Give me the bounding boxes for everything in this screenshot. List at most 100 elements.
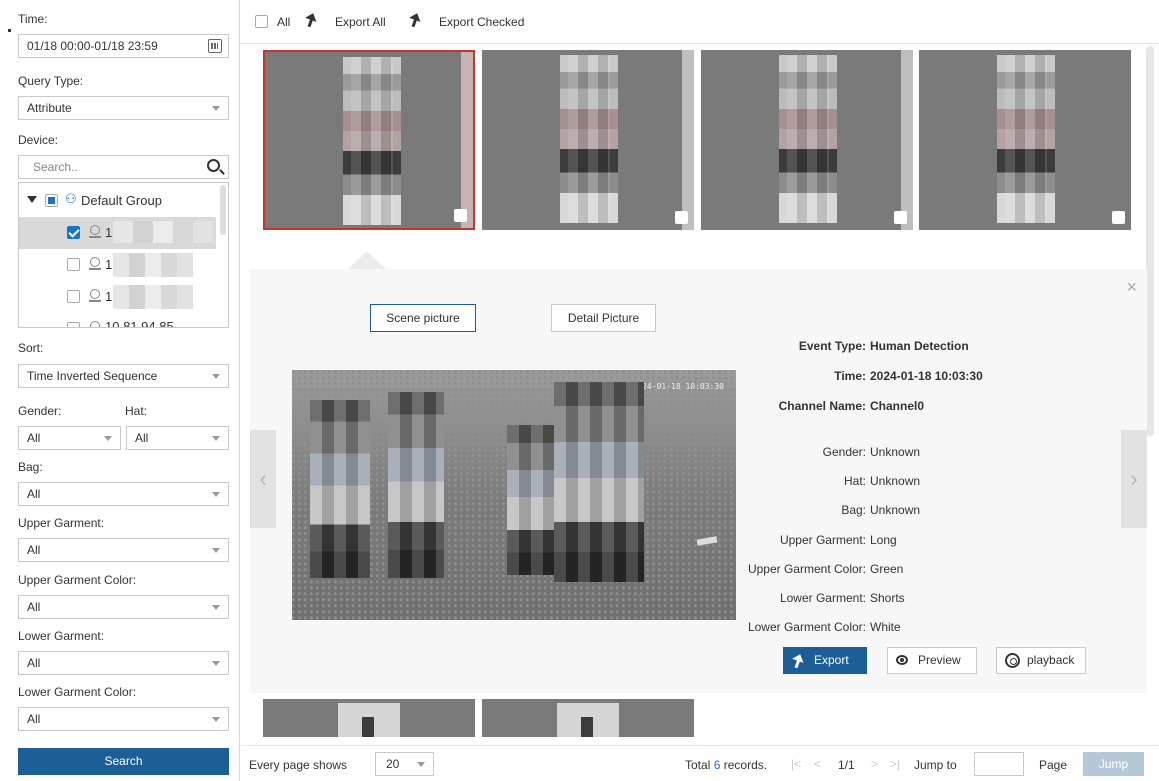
chevron-down-icon (212, 492, 220, 497)
thumbnail-checkbox[interactable] (454, 209, 467, 222)
export-button-label: Export (814, 653, 849, 667)
chevron-down-icon (417, 762, 425, 767)
sort-label: Sort: (18, 341, 44, 355)
export-checked-button[interactable]: Export Checked (439, 15, 524, 29)
attribute-key: Channel Name: (778, 399, 866, 413)
jump-to-label: Jump to (914, 758, 957, 772)
upper-garment-value: All (27, 543, 41, 557)
attribute-row: Lower Garment Color: White (710, 620, 1130, 638)
search-button[interactable]: Search (18, 748, 229, 775)
last-page-button[interactable]: >| (890, 757, 900, 771)
select-all-checkbox[interactable] (255, 15, 268, 28)
device-label: 1 (105, 225, 113, 240)
lower-garment-select[interactable]: All (18, 651, 229, 675)
thumbnail-edge (461, 52, 473, 228)
attribute-value: Unknown (870, 445, 921, 459)
device-label: Device: (18, 133, 59, 147)
lower-garment-color-select[interactable]: All (18, 707, 229, 731)
person-crop (557, 703, 619, 737)
attribute-row: Bag: Unknown (710, 503, 1130, 521)
hat-select[interactable]: All (126, 426, 229, 450)
attribute-row: Lower Garment: Shorts (710, 591, 1130, 609)
device-search-input[interactable]: Search.. (18, 155, 229, 179)
export-all-button[interactable]: Export All (335, 15, 386, 29)
jump-button[interactable]: Jump (1083, 752, 1144, 776)
hat-label: Hat: (125, 404, 148, 418)
device-checkbox[interactable] (67, 258, 80, 271)
expand-arrow-icon[interactable] (27, 196, 37, 203)
result-thumbnail[interactable] (263, 699, 475, 737)
upper-garment-color-label: Upper Garment Color: (18, 573, 137, 587)
tree-device-row[interactable]: 1 (19, 217, 216, 249)
device-label: 1 (105, 289, 113, 304)
tree-scrollbar[interactable] (220, 185, 226, 235)
person-crop (560, 55, 618, 223)
playback-button[interactable]: playback (996, 647, 1086, 674)
lower-garment-color-value: All (27, 712, 41, 726)
group-checkbox[interactable] (45, 194, 58, 207)
export-icon (305, 13, 319, 27)
chevron-down-icon (104, 436, 112, 441)
eye-icon (896, 655, 908, 665)
thumbnail-checkbox[interactable] (675, 211, 688, 224)
page-number-input[interactable] (974, 752, 1024, 776)
attribute-row: Hat: Unknown (710, 474, 1130, 492)
thumbnail-checkbox[interactable] (894, 211, 907, 224)
lower-garment-value: All (27, 656, 41, 670)
device-search-placeholder: Search.. (33, 160, 78, 174)
redacted-device-name (113, 285, 193, 309)
time-range-field[interactable]: 01/18 00:00-01/18 23:59 (18, 34, 229, 58)
results-scrollbar[interactable] (1146, 46, 1154, 436)
gender-value: All (27, 431, 41, 445)
result-thumbnail[interactable] (263, 50, 475, 230)
playback-icon (1005, 653, 1020, 668)
page-size-select[interactable]: 20 (375, 752, 434, 776)
result-thumbnail[interactable] (482, 699, 694, 737)
result-thumbnail[interactable] (482, 50, 694, 230)
device-checkbox[interactable] (67, 322, 80, 327)
export-button[interactable]: Export (783, 647, 867, 674)
device-checkbox[interactable] (67, 226, 80, 239)
tree-device-row[interactable]: 1 (19, 249, 216, 281)
upper-garment-select[interactable]: All (18, 538, 229, 562)
search-icon[interactable] (207, 159, 220, 172)
attribute-row: Channel Name: Channel0 (710, 399, 1130, 417)
tab-detail-picture[interactable]: Detail Picture (551, 304, 656, 332)
query-type-select[interactable]: Attribute (18, 96, 229, 120)
first-page-button[interactable]: |< (791, 757, 801, 771)
upper-garment-color-select[interactable]: All (18, 595, 229, 619)
gender-select[interactable]: All (18, 426, 121, 450)
hierarchy-icon: ⚇ (65, 191, 77, 206)
preview-button-label: Preview (918, 653, 961, 667)
thumbnail-checkbox[interactable] (1112, 211, 1125, 224)
prev-page-button[interactable]: < (814, 757, 821, 771)
device-checkbox[interactable] (67, 290, 80, 303)
chevron-down-icon (212, 605, 220, 610)
thumbnail-edge (682, 50, 694, 230)
preview-button[interactable]: Preview (887, 647, 977, 674)
sort-select[interactable]: Time Inverted Sequence (18, 364, 229, 388)
tree-device-row[interactable]: 10.81.94.85 (19, 313, 216, 327)
attribute-key: Lower Garment Color: (747, 620, 866, 634)
next-page-button[interactable]: > (871, 757, 878, 771)
close-icon[interactable]: × (1126, 277, 1137, 298)
result-thumbnail[interactable] (701, 50, 913, 230)
attribute-row: Upper Garment Color: Green (710, 562, 1130, 580)
attribute-row: Upper Garment: Long (710, 533, 1130, 551)
camera-icon (89, 289, 101, 303)
prev-arrow-button[interactable]: ‹ (250, 430, 276, 528)
attribute-value: Unknown (870, 503, 921, 517)
select-all-label[interactable]: All (277, 15, 290, 29)
tab-scene-picture[interactable]: Scene picture (370, 304, 476, 332)
person-crop (338, 703, 400, 737)
result-thumbnail[interactable] (919, 50, 1131, 230)
attribute-key: Bag: (841, 503, 866, 517)
query-type-label: Query Type: (18, 74, 84, 88)
tree-group-default[interactable]: ⚇ Default Group (19, 185, 216, 217)
chevron-down-icon (212, 106, 220, 111)
calendar-icon[interactable] (208, 39, 222, 53)
bag-select[interactable]: All (18, 482, 229, 506)
device-label: 1 (105, 257, 113, 272)
pagination-bar: Every page shows 20 Total 6 records. |< … (241, 745, 1159, 781)
tree-device-row[interactable]: 1 (19, 281, 216, 313)
